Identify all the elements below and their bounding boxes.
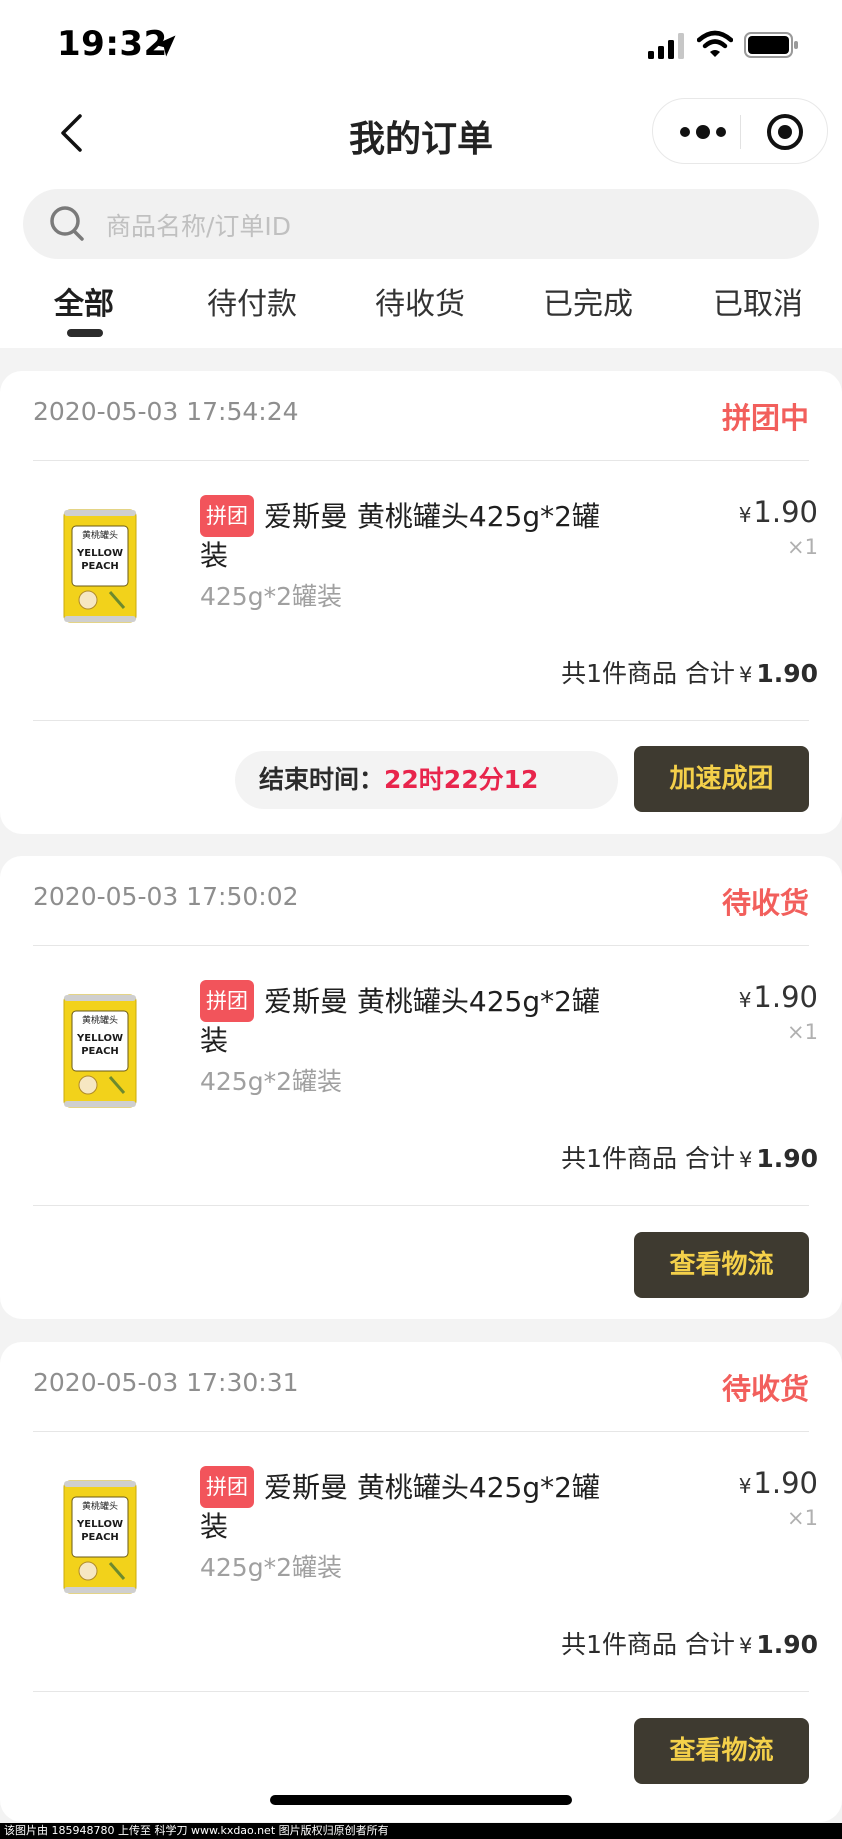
product-quantity: ×1: [787, 1506, 818, 1530]
status-bar: 19:32: [0, 0, 842, 92]
speed-up-group-button[interactable]: 加速成团: [634, 746, 809, 812]
tab-cancelled[interactable]: 已取消: [713, 279, 803, 323]
can-label-line2: PEACH: [81, 1532, 119, 1543]
product-spec: 425g*2罐装: [200, 1553, 342, 1582]
order-datetime: 2020-05-03 17:54:24: [33, 397, 299, 426]
miniprogram-capsule: [652, 98, 828, 164]
group-buy-tag: 拼团: [200, 980, 254, 1022]
divider: [33, 1205, 809, 1206]
order-status: 拼团中: [721, 401, 809, 435]
product-name-line[interactable]: 拼团 爱斯曼 黄桃罐头425g*2罐装: [200, 495, 600, 575]
product-price: ¥1.90: [738, 495, 818, 529]
capsule-divider: [740, 115, 741, 149]
divider: [33, 1431, 809, 1432]
tab-pending-receipt[interactable]: 待收货: [375, 279, 465, 323]
can-label-top: 黄桃罐头: [82, 529, 118, 541]
navigation-bar: 我的订单: [0, 92, 842, 172]
divider: [33, 460, 809, 461]
order-card[interactable]: 2020-05-03 17:54:24 拼团中 黄桃罐头 YELLOW PEAC…: [0, 371, 842, 834]
order-summary: 共1件商品 合计 ¥1.90: [561, 659, 818, 688]
product-price: ¥1.90: [738, 1466, 818, 1500]
can-label-top: 黄桃罐头: [82, 1500, 118, 1512]
product-spec: 425g*2罐装: [200, 1067, 342, 1096]
order-datetime: 2020-05-03 17:50:02: [33, 882, 299, 911]
divider: [33, 720, 809, 721]
can-label-line1: YELLOW: [76, 548, 123, 559]
divider: [33, 1691, 809, 1692]
home-indicator[interactable]: [270, 1795, 572, 1805]
product-name: 爱斯曼 黄桃罐头425g*2罐装: [200, 1471, 600, 1543]
header-area: 19:32 我的订单 商品名称/订单ID 全部 待付款 待收货 已完成 已取消: [0, 0, 842, 348]
product-quantity: ×1: [787, 535, 818, 559]
can-label-line1: YELLOW: [76, 1033, 123, 1044]
watermark-footer: 该图片由 185948780 上传至 科学刀 www.kxdao.net 图片版…: [0, 1823, 842, 1839]
wifi-icon: [697, 30, 733, 57]
can-label-line2: PEACH: [81, 1046, 119, 1057]
yellow-peach-can-image: 黄桃罐头 YELLOW PEACH: [63, 1480, 137, 1594]
tab-all[interactable]: 全部: [54, 279, 114, 323]
order-summary: 共1件商品 合计 ¥1.90: [561, 1630, 818, 1659]
order-card[interactable]: 2020-05-03 17:30:31 待收货 黄桃罐头 YELLOW PEAC…: [0, 1342, 842, 1822]
product-price: ¥1.90: [738, 980, 818, 1014]
order-status: 待收货: [721, 1372, 809, 1406]
search-placeholder: 商品名称/订单ID: [106, 212, 292, 241]
location-arrow-icon: [154, 35, 176, 57]
view-logistics-button[interactable]: 查看物流: [634, 1718, 809, 1784]
order-tabs: 全部 待付款 待收货 已完成 已取消: [0, 276, 842, 348]
order-card[interactable]: 2020-05-03 17:50:02 待收货 黄桃罐头 YELLOW PEAC…: [0, 856, 842, 1319]
yellow-peach-can-image: 黄桃罐头 YELLOW PEACH: [63, 509, 137, 623]
order-summary: 共1件商品 合计 ¥1.90: [561, 1144, 818, 1173]
can-label-top: 黄桃罐头: [82, 1014, 118, 1026]
divider: [33, 945, 809, 946]
more-dots-icon[interactable]: [677, 115, 729, 149]
product-name: 爱斯曼 黄桃罐头425g*2罐装: [200, 985, 600, 1057]
group-end-countdown: 结束时间：22时22分12: [235, 751, 618, 809]
product-spec: 425g*2罐装: [200, 582, 342, 611]
product-name: 爱斯曼 黄桃罐头425g*2罐装: [200, 500, 600, 572]
yellow-peach-can-image: 黄桃罐头 YELLOW PEACH: [63, 994, 137, 1108]
search-input[interactable]: 商品名称/订单ID: [23, 189, 819, 259]
order-datetime: 2020-05-03 17:30:31: [33, 1368, 299, 1397]
cellular-signal-icon: [648, 33, 684, 59]
product-name-line[interactable]: 拼团 爱斯曼 黄桃罐头425g*2罐装: [200, 1466, 600, 1546]
group-buy-tag: 拼团: [200, 495, 254, 537]
can-label-line2: PEACH: [81, 561, 119, 572]
active-tab-indicator: [67, 329, 103, 337]
group-buy-tag: 拼团: [200, 1466, 254, 1508]
search-icon: [50, 206, 84, 241]
can-label-line1: YELLOW: [76, 1519, 123, 1530]
product-name-line[interactable]: 拼团 爱斯曼 黄桃罐头425g*2罐装: [200, 980, 600, 1060]
battery-icon: [744, 32, 798, 58]
order-status: 待收货: [721, 886, 809, 920]
tab-completed[interactable]: 已完成: [543, 279, 633, 323]
close-target-icon[interactable]: [765, 112, 805, 152]
tab-pending-payment[interactable]: 待付款: [207, 279, 297, 323]
view-logistics-button[interactable]: 查看物流: [634, 1232, 809, 1298]
product-quantity: ×1: [787, 1020, 818, 1044]
